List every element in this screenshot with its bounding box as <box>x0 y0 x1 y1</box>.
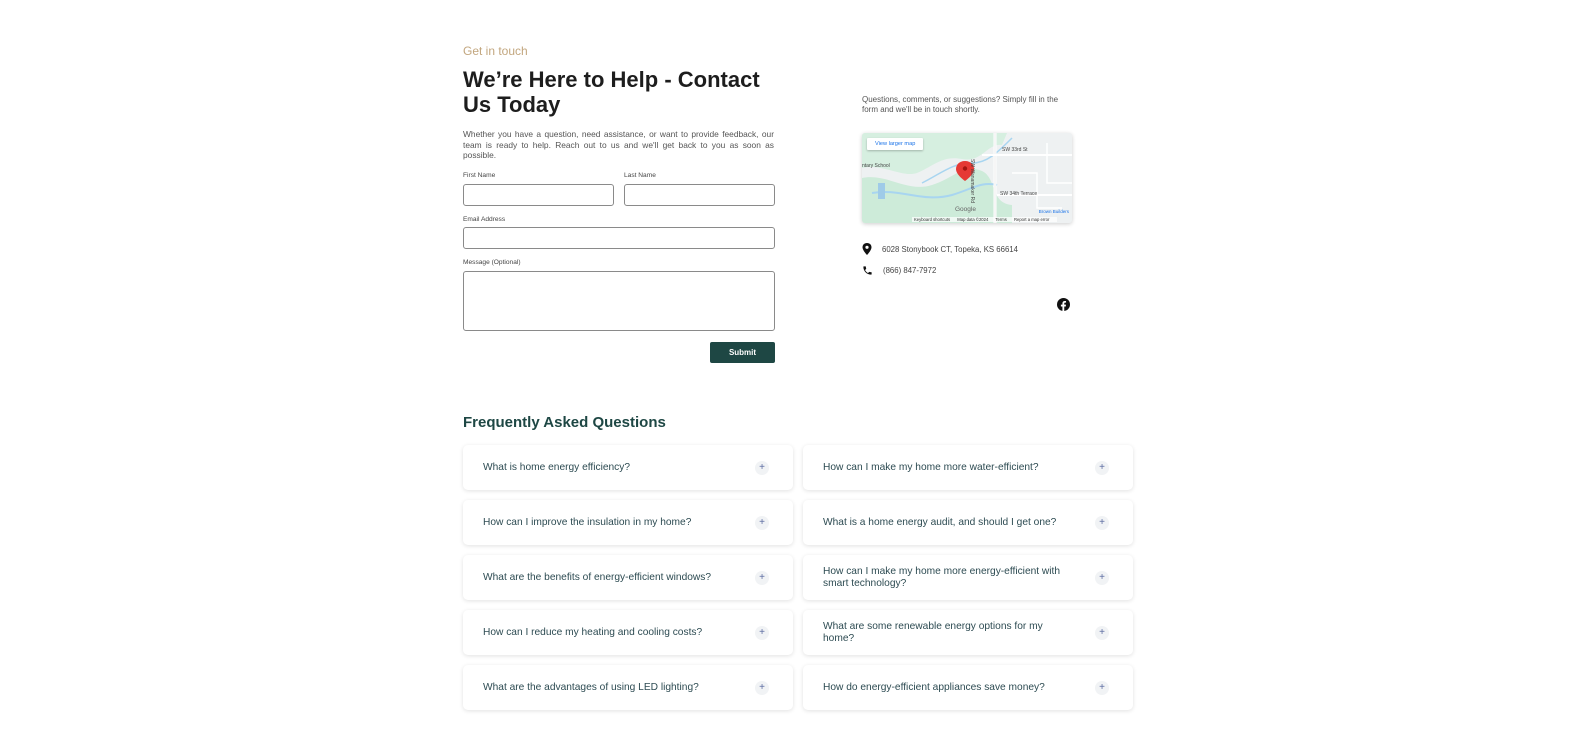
last-name-field[interactable] <box>624 184 775 206</box>
address-row: 6028 Stonybook CT, Topeka, KS 66614 <box>862 243 1018 255</box>
plus-icon[interactable]: + <box>755 625 769 640</box>
message-label: Message (Optional) <box>463 259 521 266</box>
plus-icon[interactable]: + <box>755 680 769 695</box>
faq-item[interactable]: How can I improve the insulation in my h… <box>463 500 793 545</box>
map-label-street2: SW 34th Terrace <box>1000 191 1038 197</box>
plus-icon[interactable]: + <box>1095 515 1109 530</box>
submit-button[interactable]: Submit <box>710 342 775 363</box>
faq-item[interactable]: How can I make my home more water-effici… <box>803 445 1133 490</box>
faq-item[interactable]: What are the benefits of energy-efficien… <box>463 555 793 600</box>
terms-link[interactable]: Terms <box>995 217 1006 222</box>
email-label: Email Address <box>463 216 506 223</box>
faq-item[interactable]: How do energy-efficient appliances save … <box>803 665 1133 710</box>
contact-blurb: Questions, comments, or suggestions? Sim… <box>862 95 1059 114</box>
faq-item[interactable]: What is home energy efficiency? + <box>463 445 793 490</box>
faq-title: Frequently Asked Questions <box>463 414 666 431</box>
keyboard-shortcuts-link[interactable]: Keyboard shortcuts <box>914 217 950 222</box>
google-logo: Google <box>955 206 976 213</box>
email-field[interactable] <box>463 227 775 249</box>
plus-icon[interactable]: + <box>1095 680 1109 695</box>
map-corner-label: Brown Builders <box>1038 209 1069 214</box>
plus-icon[interactable]: + <box>1095 570 1109 585</box>
eyebrow-text: Get in touch <box>463 44 528 58</box>
phone-icon <box>863 266 872 275</box>
phone-text: (866) 847-7972 <box>883 266 937 275</box>
faq-question: How can I reduce my heating and cooling … <box>483 626 703 638</box>
plus-icon[interactable]: + <box>755 460 769 475</box>
faq-question: What are the advantages of using LED lig… <box>483 681 699 693</box>
map-label-road: SW Wanamaker Rd <box>969 159 975 203</box>
report-map-error-link[interactable]: Report a map error <box>1014 217 1049 222</box>
faq-item[interactable]: How can I make my home more energy-effic… <box>803 555 1133 600</box>
faq-question: What are the benefits of energy-efficien… <box>483 571 712 583</box>
message-field[interactable] <box>463 271 775 331</box>
page-description: Whether you have a question, need assist… <box>463 129 774 160</box>
first-name-label: First Name <box>463 172 496 179</box>
faq-question: How can I improve the insulation in my h… <box>483 516 692 528</box>
faq-question: What is home energy efficiency? <box>483 461 631 473</box>
faq-question: What is a home energy audit, and should … <box>823 516 1057 528</box>
location-pin-icon <box>862 243 872 255</box>
last-name-label: Last Name <box>624 172 656 179</box>
faq-question: How can I make my home more energy-effic… <box>823 565 1061 589</box>
first-name-field[interactable] <box>463 184 614 206</box>
faq-item[interactable]: What is a home energy audit, and should … <box>803 500 1133 545</box>
faq-item[interactable]: What are some renewable energy options f… <box>803 610 1133 655</box>
map-data-text: Map data ©2024 <box>957 217 989 222</box>
address-text: 6028 Stonybook CT, Topeka, KS 66614 <box>882 244 1018 254</box>
plus-icon[interactable]: + <box>1095 460 1109 475</box>
map-label-street1: SW 33rd St <box>1002 147 1028 153</box>
map-footer: Keyboard shortcuts Map data ©2024 Terms … <box>912 217 1058 222</box>
plus-icon[interactable]: + <box>1095 625 1109 640</box>
view-larger-map-link[interactable]: View larger map <box>867 138 924 150</box>
faq-item[interactable]: How can I reduce my heating and cooling … <box>463 610 793 655</box>
faq-question: What are some renewable energy options f… <box>823 620 1043 644</box>
faq-question: How do energy-efficient appliances save … <box>823 681 1045 693</box>
phone-row: (866) 847-7972 <box>862 265 936 276</box>
plus-icon[interactable]: + <box>755 515 769 530</box>
page-title: We’re Here to Help - Contact Us Today <box>463 67 760 117</box>
plus-icon[interactable]: + <box>755 570 769 585</box>
faq-question: How can I make my home more water-effici… <box>823 461 1039 473</box>
map-label-school: ntary School <box>862 163 890 169</box>
map-embed[interactable]: View larger map ntary School SW 33rd St … <box>862 133 1072 223</box>
faq-item[interactable]: What are the advantages of using LED lig… <box>463 665 793 710</box>
facebook-icon[interactable] <box>1057 298 1070 311</box>
